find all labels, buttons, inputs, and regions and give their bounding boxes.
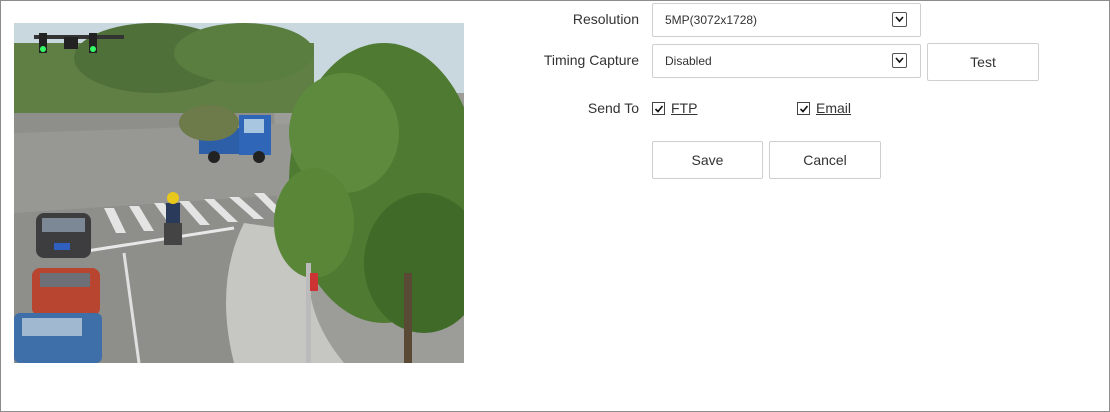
timing-capture-value: Disabled xyxy=(665,54,712,68)
street-scene-icon xyxy=(14,23,464,363)
checkbox-checked-icon[interactable] xyxy=(797,101,810,115)
ftp-checkbox[interactable]: FTP xyxy=(652,100,697,116)
resolution-select[interactable]: 5MP(3072x1728) xyxy=(652,3,921,37)
email-checkbox[interactable]: Email xyxy=(797,100,851,116)
ftp-label[interactable]: FTP xyxy=(671,100,697,116)
timing-capture-label: Timing Capture xyxy=(543,52,639,68)
checkbox-checked-icon[interactable] xyxy=(652,101,665,115)
email-label[interactable]: Email xyxy=(816,100,851,116)
chevron-down-icon[interactable] xyxy=(892,53,907,68)
camera-preview-image xyxy=(14,23,464,363)
save-button[interactable]: Save xyxy=(652,141,763,179)
resolution-value: 5MP(3072x1728) xyxy=(665,13,758,27)
timing-capture-select[interactable]: Disabled xyxy=(652,44,921,78)
test-button[interactable]: Test xyxy=(927,43,1039,81)
resolution-label: Resolution xyxy=(572,11,639,27)
chevron-down-icon[interactable] xyxy=(892,12,907,27)
capture-settings-panel: Resolution 5MP(3072x1728) Timing Capture… xyxy=(0,0,1110,412)
send-to-label: Send To xyxy=(587,100,639,116)
cancel-button[interactable]: Cancel xyxy=(769,141,881,179)
